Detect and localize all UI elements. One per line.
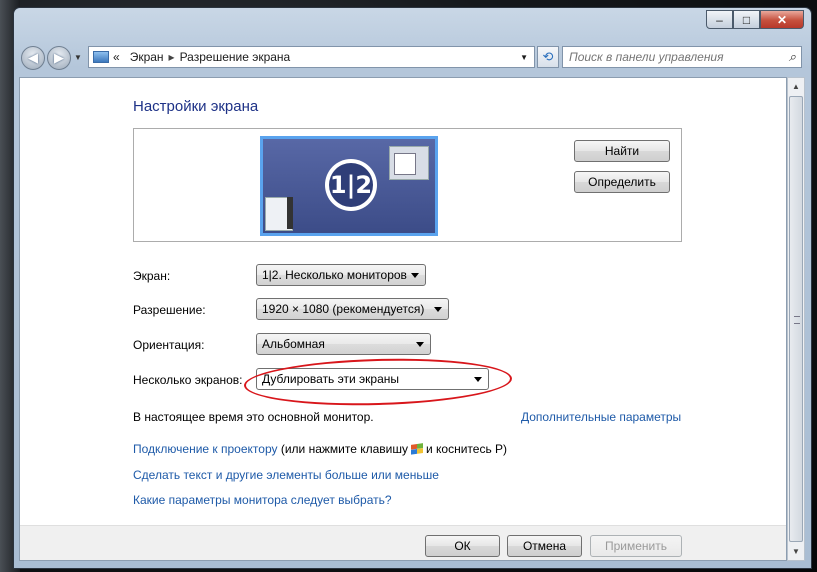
orientation-select-value: Альбомная bbox=[262, 337, 325, 351]
content-pane: Настройки экрана 1|2 Найти Определить Эк… bbox=[19, 77, 787, 561]
projector-hint-end: и коснитесь P) bbox=[426, 442, 508, 456]
resolution-select-value: 1920 × 1080 (рекомендуется) bbox=[262, 302, 425, 316]
window-controls: – □ ✕ bbox=[706, 10, 804, 29]
breadcrumb-arrow-icon[interactable]: ▸ bbox=[169, 50, 175, 64]
breadcrumb-overflow-icon[interactable]: « bbox=[113, 50, 120, 64]
control-panel-icon bbox=[93, 51, 109, 63]
button-footer: ОК Отмена Применить bbox=[20, 526, 786, 560]
recent-pages-dropdown[interactable]: ▼ bbox=[74, 53, 82, 62]
chevron-down-icon bbox=[416, 342, 424, 347]
forward-arrow-icon: ▶ bbox=[54, 50, 64, 65]
apply-button[interactable]: Применить bbox=[590, 535, 682, 557]
chevron-down-icon bbox=[434, 307, 442, 312]
windows-key-icon bbox=[411, 443, 423, 455]
window-thumbnail bbox=[287, 197, 293, 229]
screen-label: Экран: bbox=[133, 269, 171, 283]
scroll-down-icon[interactable]: ▼ bbox=[788, 543, 804, 560]
monitor-number-badge: 1|2 bbox=[325, 159, 377, 211]
page-title: Настройки экрана bbox=[133, 98, 259, 115]
resolution-label: Разрешение: bbox=[133, 303, 206, 317]
monitor-number: 1|2 bbox=[329, 163, 373, 207]
window-thumbnail bbox=[389, 146, 429, 180]
projector-link[interactable]: Подключение к проектору bbox=[133, 442, 278, 456]
search-box[interactable]: ⌕ bbox=[562, 46, 802, 68]
monitor-preview-area: 1|2 Найти Определить bbox=[133, 128, 682, 242]
advanced-settings-link[interactable]: Дополнительные параметры bbox=[521, 410, 681, 424]
find-button[interactable]: Найти bbox=[574, 140, 670, 162]
back-button[interactable]: ◀ bbox=[21, 46, 45, 70]
search-icon[interactable]: ⌕ bbox=[789, 49, 796, 65]
minimize-button[interactable]: – bbox=[706, 10, 733, 29]
forward-button[interactable]: ▶ bbox=[47, 46, 71, 70]
refresh-icon: ⟲ bbox=[542, 49, 554, 64]
control-panel-window: – □ ✕ ◀ ▶ ▼ « Экран ▸ Разрешение экрана … bbox=[13, 7, 812, 569]
address-dropdown-icon[interactable]: ▼ bbox=[520, 53, 528, 62]
screen-select[interactable]: 1|2. Несколько мониторов bbox=[256, 264, 426, 286]
monitor-tile[interactable]: 1|2 bbox=[260, 136, 438, 236]
scrollbar-thumb[interactable] bbox=[789, 96, 803, 542]
grip-icon bbox=[794, 316, 800, 324]
identify-button[interactable]: Определить bbox=[574, 171, 670, 193]
vertical-scrollbar[interactable]: ▲ ▼ bbox=[787, 77, 805, 561]
orientation-select[interactable]: Альбомная bbox=[256, 333, 431, 355]
back-arrow-icon: ◀ bbox=[28, 50, 38, 65]
which-settings-link[interactable]: Какие параметры монитора следует выбрать… bbox=[133, 493, 392, 507]
orientation-label: Ориентация: bbox=[133, 338, 205, 352]
projector-hint-start: (или нажмите клавишу bbox=[280, 442, 408, 456]
breadcrumb-item-resolution[interactable]: Разрешение экрана bbox=[180, 50, 291, 64]
navigation-bar: ◀ ▶ ▼ « Экран ▸ Разрешение экрана ▼ ⟲ ⌕ bbox=[19, 44, 805, 72]
refresh-button[interactable]: ⟲ bbox=[537, 46, 559, 68]
maximize-button[interactable]: □ bbox=[733, 10, 760, 29]
address-bar[interactable]: « Экран ▸ Разрешение экрана ▼ bbox=[88, 46, 535, 68]
screen-select-value: 1|2. Несколько мониторов bbox=[262, 268, 407, 282]
cancel-button[interactable]: Отмена bbox=[507, 535, 582, 557]
projector-row: Подключение к проектору (или нажмите кла… bbox=[133, 442, 507, 456]
ok-button[interactable]: ОК bbox=[425, 535, 500, 557]
text-size-link[interactable]: Сделать текст и другие элементы больше и… bbox=[133, 468, 439, 482]
breadcrumb-item-display[interactable]: Экран bbox=[130, 50, 164, 64]
scroll-up-icon[interactable]: ▲ bbox=[788, 78, 804, 95]
close-button[interactable]: ✕ bbox=[760, 10, 804, 29]
chevron-down-icon bbox=[411, 273, 419, 278]
search-input[interactable] bbox=[563, 49, 781, 65]
multiple-displays-label: Несколько экранов: bbox=[133, 373, 243, 387]
resolution-select[interactable]: 1920 × 1080 (рекомендуется) bbox=[256, 298, 449, 320]
status-text: В настоящее время это основной монитор. bbox=[133, 410, 374, 424]
red-annotation-circle bbox=[243, 355, 513, 409]
